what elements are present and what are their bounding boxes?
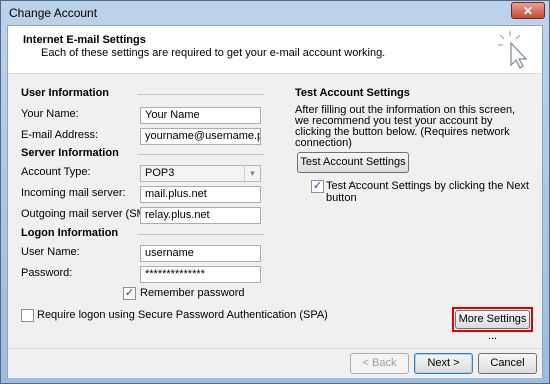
- spa-checkbox[interactable]: [21, 309, 34, 322]
- close-button[interactable]: ✕: [511, 2, 545, 19]
- back-button[interactable]: < Back: [350, 353, 409, 374]
- account-type-select: POP3 ▼: [140, 165, 261, 182]
- dialog-client: Internet E-mail Settings Each of these s…: [7, 25, 543, 378]
- outgoing-server-field[interactable]: relay.plus.net: [140, 207, 261, 224]
- user-name-label: User Name:: [21, 246, 80, 258]
- password-field[interactable]: **************: [140, 266, 261, 283]
- server-info-heading: Server Information: [21, 147, 119, 159]
- next-button[interactable]: Next >: [414, 353, 473, 374]
- more-settings-button[interactable]: More Settings ...: [455, 310, 530, 342]
- logon-info-heading: Logon Information: [21, 227, 119, 239]
- change-account-dialog: Change Account ✕ Internet E-mail Setting…: [0, 0, 550, 384]
- test-on-next-checkbox[interactable]: ✓: [311, 180, 324, 193]
- cursor-click-icon: [498, 31, 528, 69]
- dialog-header: Internet E-mail Settings Each of these s…: [8, 26, 542, 74]
- dialog-footer: < Back Next > Cancel: [8, 348, 542, 378]
- incoming-server-field[interactable]: mail.plus.net: [140, 186, 261, 203]
- account-type-label: Account Type:: [21, 166, 91, 178]
- user-info-divider: [138, 94, 264, 95]
- header-description: Each of these settings are required to g…: [41, 47, 386, 59]
- account-type-value: POP3: [145, 167, 175, 179]
- cancel-button[interactable]: Cancel: [478, 353, 537, 374]
- user-name-field[interactable]: username: [140, 245, 261, 262]
- spa-label: Require logon using Secure Password Auth…: [37, 309, 328, 321]
- test-on-next-label: Test Account Settings by clicking the Ne…: [326, 180, 529, 204]
- remember-password-label: Remember password: [140, 287, 245, 299]
- your-name-label: Your Name:: [21, 108, 79, 120]
- test-settings-description: After filling out the information on thi…: [295, 104, 516, 149]
- user-info-heading: User Information: [21, 87, 110, 99]
- email-address-label: E-mail Address:: [21, 129, 99, 141]
- header-title: Internet E-mail Settings: [23, 34, 146, 46]
- test-settings-heading: Test Account Settings: [295, 87, 410, 99]
- email-address-field[interactable]: yourname@username.plus.com: [140, 128, 261, 145]
- window-title: Change Account: [9, 6, 98, 20]
- password-label: Password:: [21, 267, 73, 279]
- logon-info-divider: [138, 234, 264, 235]
- title-bar[interactable]: Change Account ✕: [1, 1, 549, 25]
- your-name-field[interactable]: Your Name: [140, 107, 261, 124]
- chevron-down-icon: ▼: [244, 166, 260, 181]
- settings-body: User Information Your Name: Your Name E-…: [8, 74, 542, 348]
- incoming-server-label: Incoming mail server:: [21, 187, 126, 199]
- remember-password-checkbox[interactable]: ✓: [123, 287, 136, 300]
- test-account-settings-button[interactable]: Test Account Settings ...: [297, 152, 409, 187]
- server-info-divider: [138, 154, 264, 155]
